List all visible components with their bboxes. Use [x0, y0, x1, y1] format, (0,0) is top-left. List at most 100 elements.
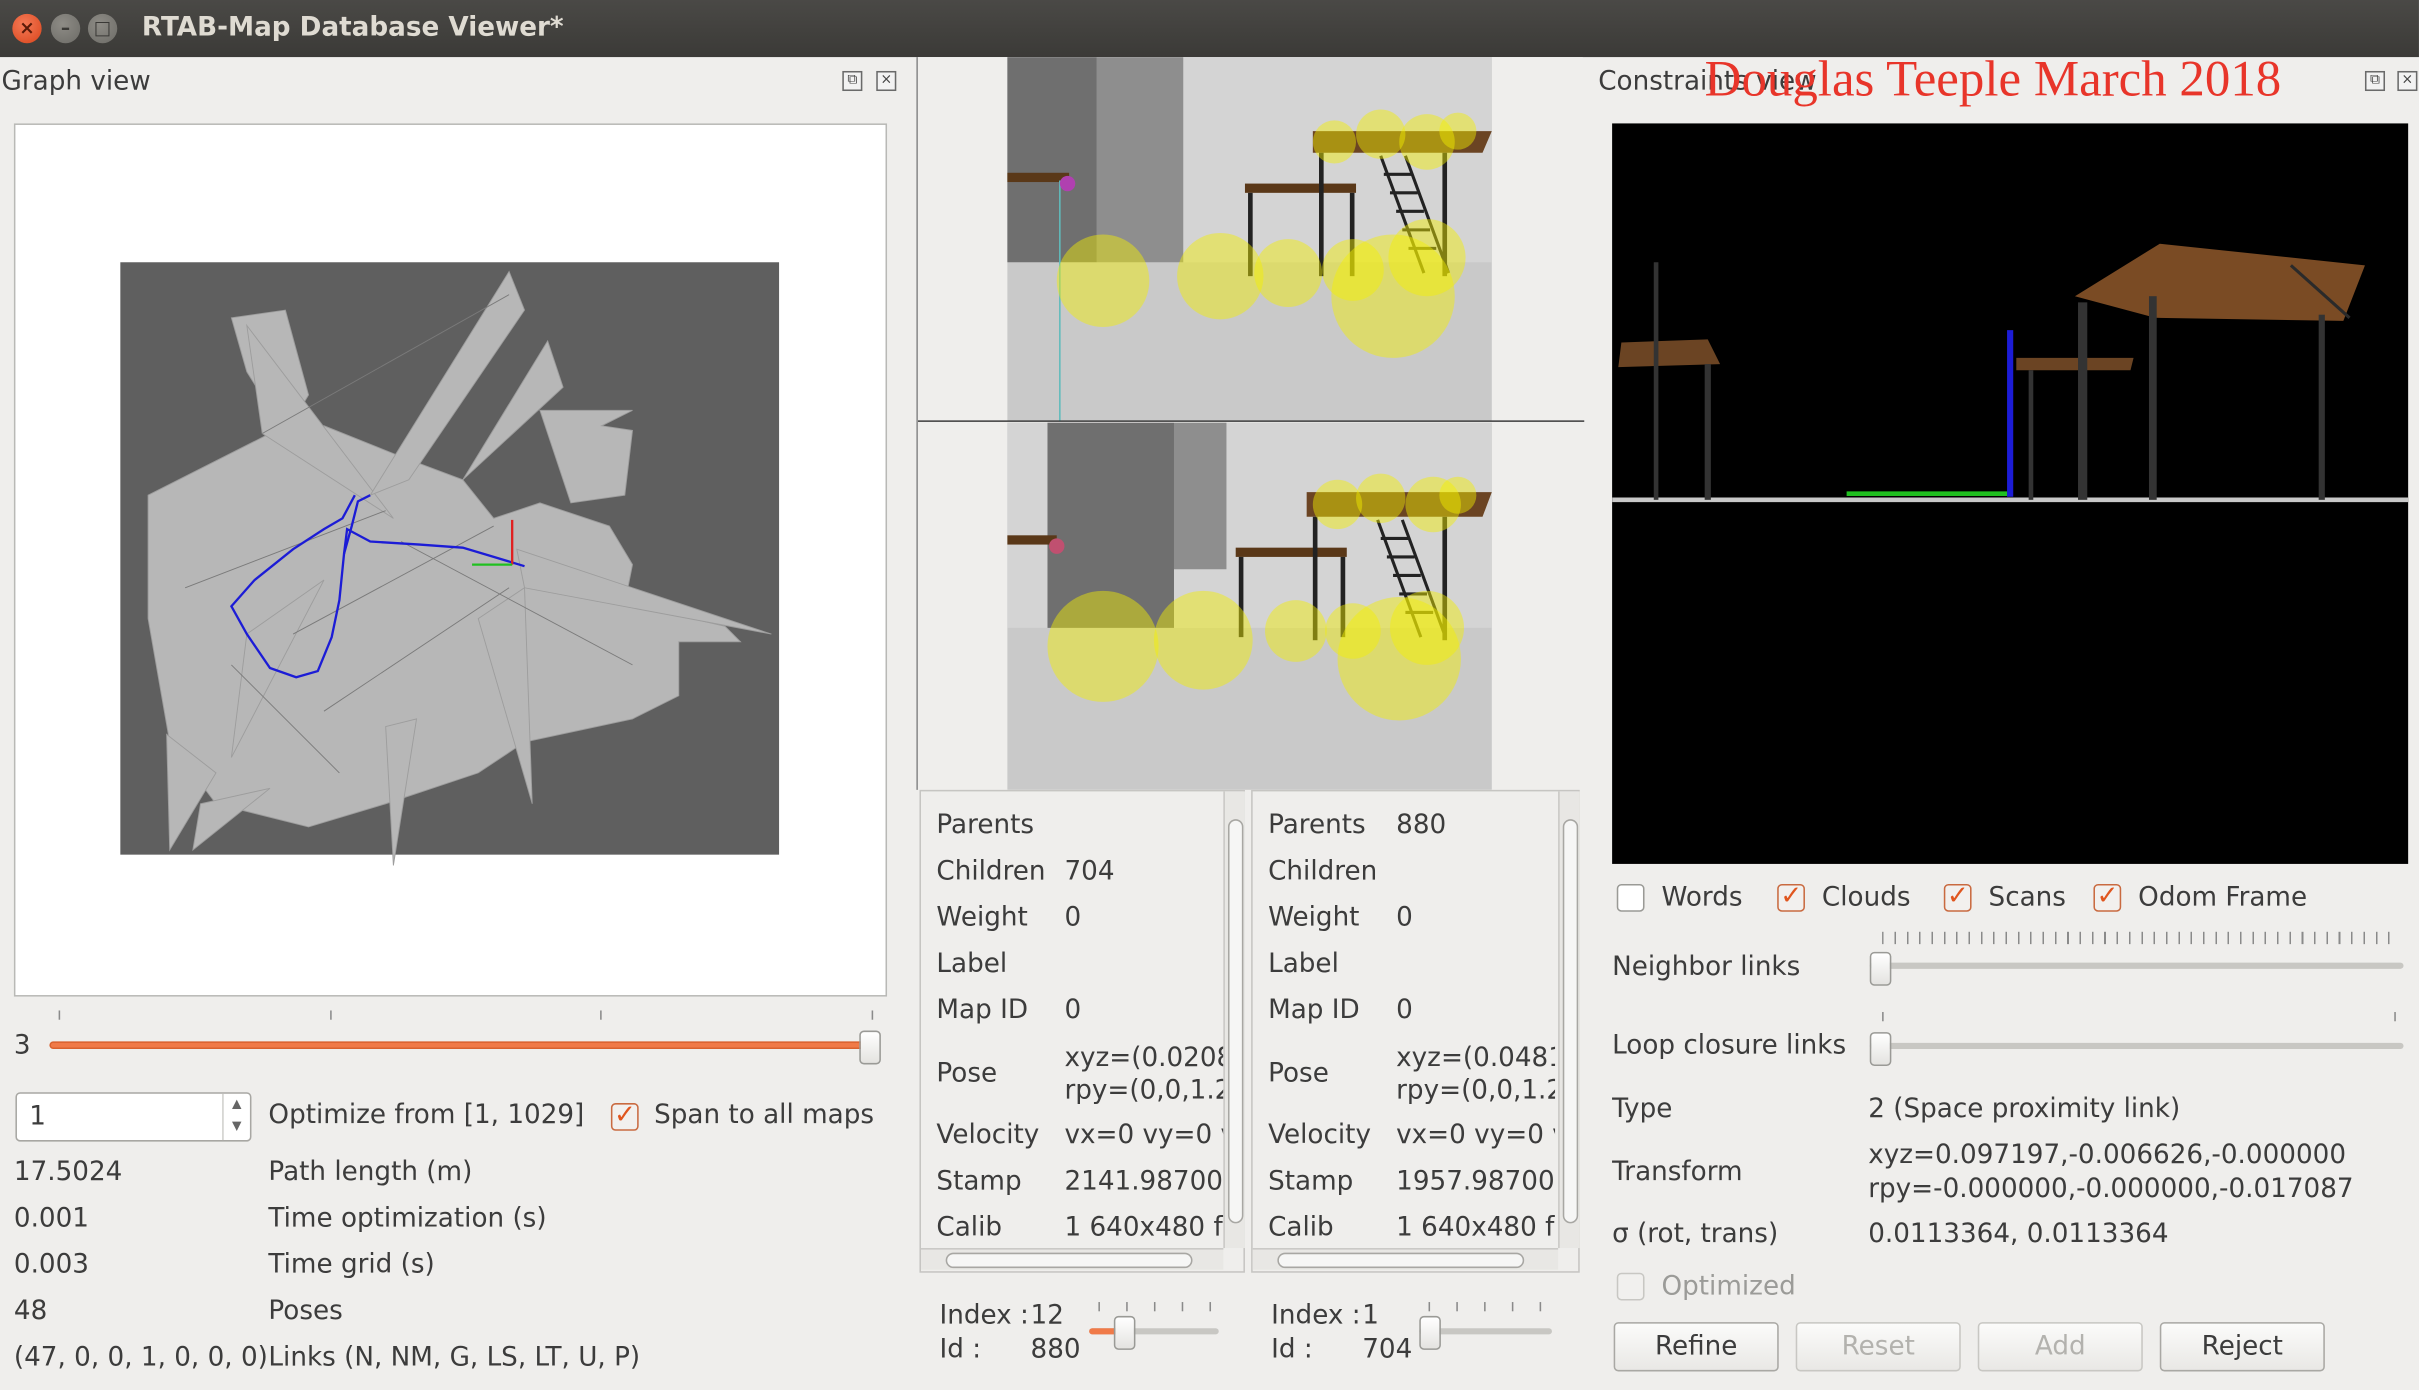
- refine-button[interactable]: Refine: [1613, 1322, 1779, 1372]
- info-value: 2141.98700: [1064, 1166, 1223, 1198]
- node-a-vscrollbar[interactable]: [1223, 791, 1245, 1249]
- info-key: Calib: [936, 1212, 1003, 1244]
- node-b-info-panel[interactable]: Parents 880 Children Weight 0 Label Map …: [1251, 789, 1580, 1273]
- scroll-thumb[interactable]: [1277, 1252, 1525, 1269]
- info-value: rpy=(0,0,1.2: [1064, 1075, 1224, 1107]
- transform-xyz: xyz=0.097197,-0.006626,-0.000000: [1868, 1140, 2347, 1171]
- info-key: Weight: [936, 902, 1028, 934]
- spinbox-arrows-icon[interactable]: ▲ ▼: [222, 1093, 250, 1141]
- constraints-3d-view[interactable]: [1612, 123, 2409, 864]
- constraints-close-icon[interactable]: ×: [2397, 70, 2418, 92]
- words-checkbox[interactable]: [1616, 883, 1645, 912]
- info-value: xyz=(0.0481: [1396, 1042, 1556, 1074]
- node-b-vscrollbar[interactable]: [1558, 791, 1580, 1249]
- loop-closure-links-label: Loop closure links: [1612, 1030, 1847, 1062]
- type-label: Type: [1612, 1093, 1673, 1125]
- title-bar: × – □ RTAB-Map Database Viewer*: [0, 0, 2419, 58]
- optimized-checkbox[interactable]: [1616, 1272, 1645, 1301]
- optimized-label: Optimized: [1661, 1271, 1796, 1303]
- info-value: xyz=(0.0208: [1064, 1042, 1224, 1074]
- stat-label: Poses: [268, 1295, 343, 1327]
- image-views: [916, 57, 1585, 790]
- node-a-hscrollbar[interactable]: [920, 1248, 1224, 1270]
- graph-slider-track[interactable]: [49, 1041, 874, 1050]
- span-all-maps-checkbox[interactable]: [610, 1100, 639, 1131]
- node-a-id-value: 880: [1030, 1334, 1081, 1366]
- info-key: Label: [1268, 948, 1339, 980]
- clouds-checkbox[interactable]: [1777, 881, 1805, 912]
- node-a-index-slider[interactable]: [1089, 1328, 1219, 1335]
- words-label: Words: [1661, 882, 1743, 914]
- info-key: Stamp: [1268, 1166, 1354, 1198]
- clouds-label: Clouds: [1821, 882, 1911, 914]
- info-value: 0: [1064, 995, 1082, 1026]
- transform-rpy: rpy=-0.000000,-0.000000,-0.017087: [1868, 1173, 2354, 1205]
- info-key: Calib: [1268, 1212, 1334, 1244]
- graph-view-close-icon[interactable]: ×: [876, 70, 897, 92]
- reject-button[interactable]: Reject: [2159, 1322, 2325, 1372]
- info-value: rpy=(0,0,1.2: [1396, 1075, 1556, 1107]
- stat-value: 48: [13, 1295, 48, 1327]
- occupancy-grid-map: [120, 262, 780, 866]
- stat-label: Time grid (s): [268, 1249, 435, 1281]
- scroll-thumb[interactable]: [945, 1252, 1193, 1269]
- info-key: Velocity: [1268, 1120, 1372, 1151]
- graph-slider-handle[interactable]: [859, 1030, 881, 1065]
- node-b-image: [1007, 422, 1492, 790]
- stat-label: Time optimization (s): [268, 1203, 547, 1235]
- neighbor-links-slider[interactable]: [1869, 962, 2404, 969]
- node-a-info-panel[interactable]: Parents Children 704 Weight 0 Label Map …: [919, 789, 1245, 1273]
- info-value: 0: [1396, 902, 1413, 934]
- scroll-thumb[interactable]: [1227, 819, 1244, 1224]
- info-key: Weight: [1268, 902, 1360, 934]
- info-key: Map ID: [936, 995, 1029, 1026]
- scans-label: Scans: [1988, 882, 2066, 914]
- node-b-hscrollbar[interactable]: [1252, 1248, 1559, 1270]
- odom-frame-checkbox[interactable]: [2093, 881, 2122, 912]
- neighbor-slider-ticks: [1882, 931, 2401, 945]
- stat-label: Path length (m): [268, 1157, 473, 1188]
- optimize-spinbox[interactable]: 1 ▲ ▼: [15, 1092, 252, 1142]
- sigma-value: 0.0113364, 0.0113364: [1868, 1218, 2169, 1250]
- transform-label: Transform: [1612, 1157, 1743, 1188]
- info-key: Children: [1268, 856, 1378, 888]
- node-b-index-value: 1: [1362, 1300, 1379, 1332]
- node-b-id-label: Id :: [1271, 1334, 1313, 1366]
- constraints-float-icon[interactable]: ⧉: [2364, 70, 2386, 92]
- type-value: 2 (Space proximity link): [1868, 1093, 2181, 1125]
- optimize-spinbox-value: 1: [29, 1101, 47, 1133]
- neighbor-slider-handle[interactable]: [1869, 951, 1892, 986]
- info-key: Children: [936, 856, 1046, 888]
- info-value: vx=0 vy=0 v: [1064, 1120, 1224, 1151]
- node-b-slider-handle[interactable]: [1419, 1315, 1441, 1350]
- reset-button[interactable]: Reset: [1795, 1322, 1961, 1372]
- minimize-window-button[interactable]: –: [50, 13, 81, 44]
- node-b-id-value: 704: [1362, 1334, 1413, 1366]
- stat-label: Links (N, NM, G, LS, LT, U, P): [268, 1342, 641, 1374]
- info-key: Pose: [936, 1058, 998, 1090]
- loop-slider-handle[interactable]: [1869, 1032, 1892, 1067]
- info-value: 0: [1396, 995, 1413, 1026]
- graph-view-float-icon[interactable]: ⧉: [842, 70, 863, 92]
- node-a-index-label: Index :: [939, 1300, 1029, 1332]
- add-button[interactable]: Add: [1977, 1322, 2143, 1372]
- sigma-label: σ (rot, trans): [1612, 1218, 1779, 1250]
- graph-canvas[interactable]: [13, 123, 888, 997]
- info-value: vx=0 vy=0 v: [1396, 1120, 1556, 1151]
- odom-frame-label: Odom Frame: [2138, 882, 2308, 914]
- info-key: Velocity: [936, 1120, 1040, 1151]
- scroll-thumb[interactable]: [1562, 819, 1579, 1224]
- scans-checkbox[interactable]: [1943, 881, 1972, 912]
- close-window-button[interactable]: ×: [12, 13, 42, 44]
- loop-closure-slider[interactable]: [1869, 1042, 2404, 1050]
- node-a-slider-handle[interactable]: [1113, 1315, 1136, 1350]
- node-a-id-label: Id :: [939, 1334, 982, 1366]
- info-key: Stamp: [936, 1166, 1022, 1198]
- maximize-window-button[interactable]: □: [87, 13, 118, 44]
- graph-slider-value: 3: [13, 1030, 31, 1062]
- info-key: Map ID: [1268, 995, 1360, 1026]
- neighbor-links-label: Neighbor links: [1612, 951, 1801, 983]
- graph-view-title: Graph view: [1, 66, 151, 98]
- camera-images: [917, 57, 1585, 790]
- info-value: 704: [1064, 856, 1115, 888]
